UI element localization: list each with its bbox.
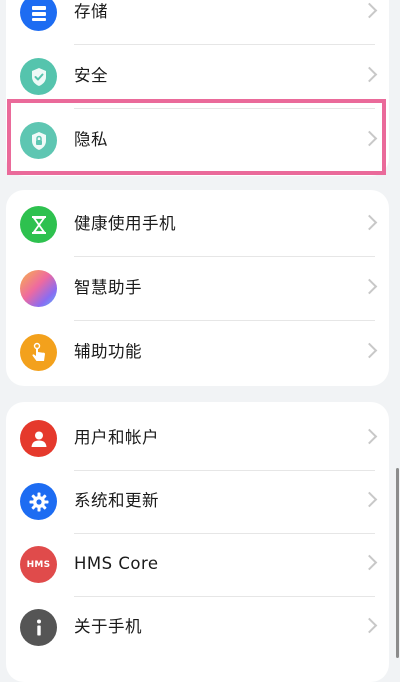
- storage-icon: [20, 0, 57, 31]
- settings-group-wellbeing: 健康使用手机 智慧助手 辅助功能: [6, 190, 389, 386]
- settings-item-label: 健康使用手机: [74, 214, 176, 233]
- settings-item-label: 用户和帐户: [74, 428, 159, 447]
- chevron-right-icon: [361, 214, 378, 231]
- settings-group-system: 用户和帐户 系统和更新 HMS HMS Core 关于手机: [6, 402, 389, 682]
- settings-item-label: HMS Core: [74, 554, 159, 573]
- settings-item-digital-balance[interactable]: 健康使用手机: [6, 192, 389, 256]
- settings-item-storage[interactable]: 存储: [6, 0, 389, 44]
- settings-item-users[interactable]: 用户和帐户: [6, 406, 389, 470]
- settings-item-label: 智慧助手: [74, 278, 142, 297]
- settings-item-label: 系统和更新: [74, 491, 159, 510]
- hms-icon-text: HMS: [26, 559, 51, 570]
- info-icon: [20, 609, 57, 646]
- chevron-right-icon: [361, 491, 378, 508]
- settings-item-assistant[interactable]: 智慧助手: [6, 256, 389, 320]
- user-icon: [20, 420, 57, 457]
- hand-tap-icon: [20, 334, 57, 371]
- hms-icon: HMS: [20, 546, 57, 583]
- chevron-right-icon: [361, 278, 378, 295]
- scrollbar[interactable]: [396, 468, 399, 658]
- chevron-right-icon: [361, 66, 378, 83]
- highlight-box: [7, 99, 386, 175]
- hourglass-icon: [20, 206, 57, 243]
- settings-item-accessibility[interactable]: 辅助功能: [6, 320, 389, 384]
- shield-check-icon: [20, 58, 57, 95]
- settings-item-about-phone[interactable]: 关于手机: [6, 595, 389, 659]
- settings-item-hms-core[interactable]: HMS HMS Core: [6, 532, 389, 596]
- settings-item-label: 关于手机: [74, 617, 142, 636]
- chevron-right-icon: [361, 554, 378, 571]
- chevron-right-icon: [361, 2, 378, 19]
- gear-icon: [20, 483, 57, 520]
- chevron-right-icon: [361, 617, 378, 634]
- chevron-right-icon: [361, 428, 378, 445]
- gradient-orb-icon: [20, 270, 57, 307]
- settings-item-label: 存储: [74, 2, 108, 21]
- settings-item-label: 辅助功能: [74, 342, 142, 361]
- chevron-right-icon: [361, 342, 378, 359]
- settings-item-system-update[interactable]: 系统和更新: [6, 469, 389, 533]
